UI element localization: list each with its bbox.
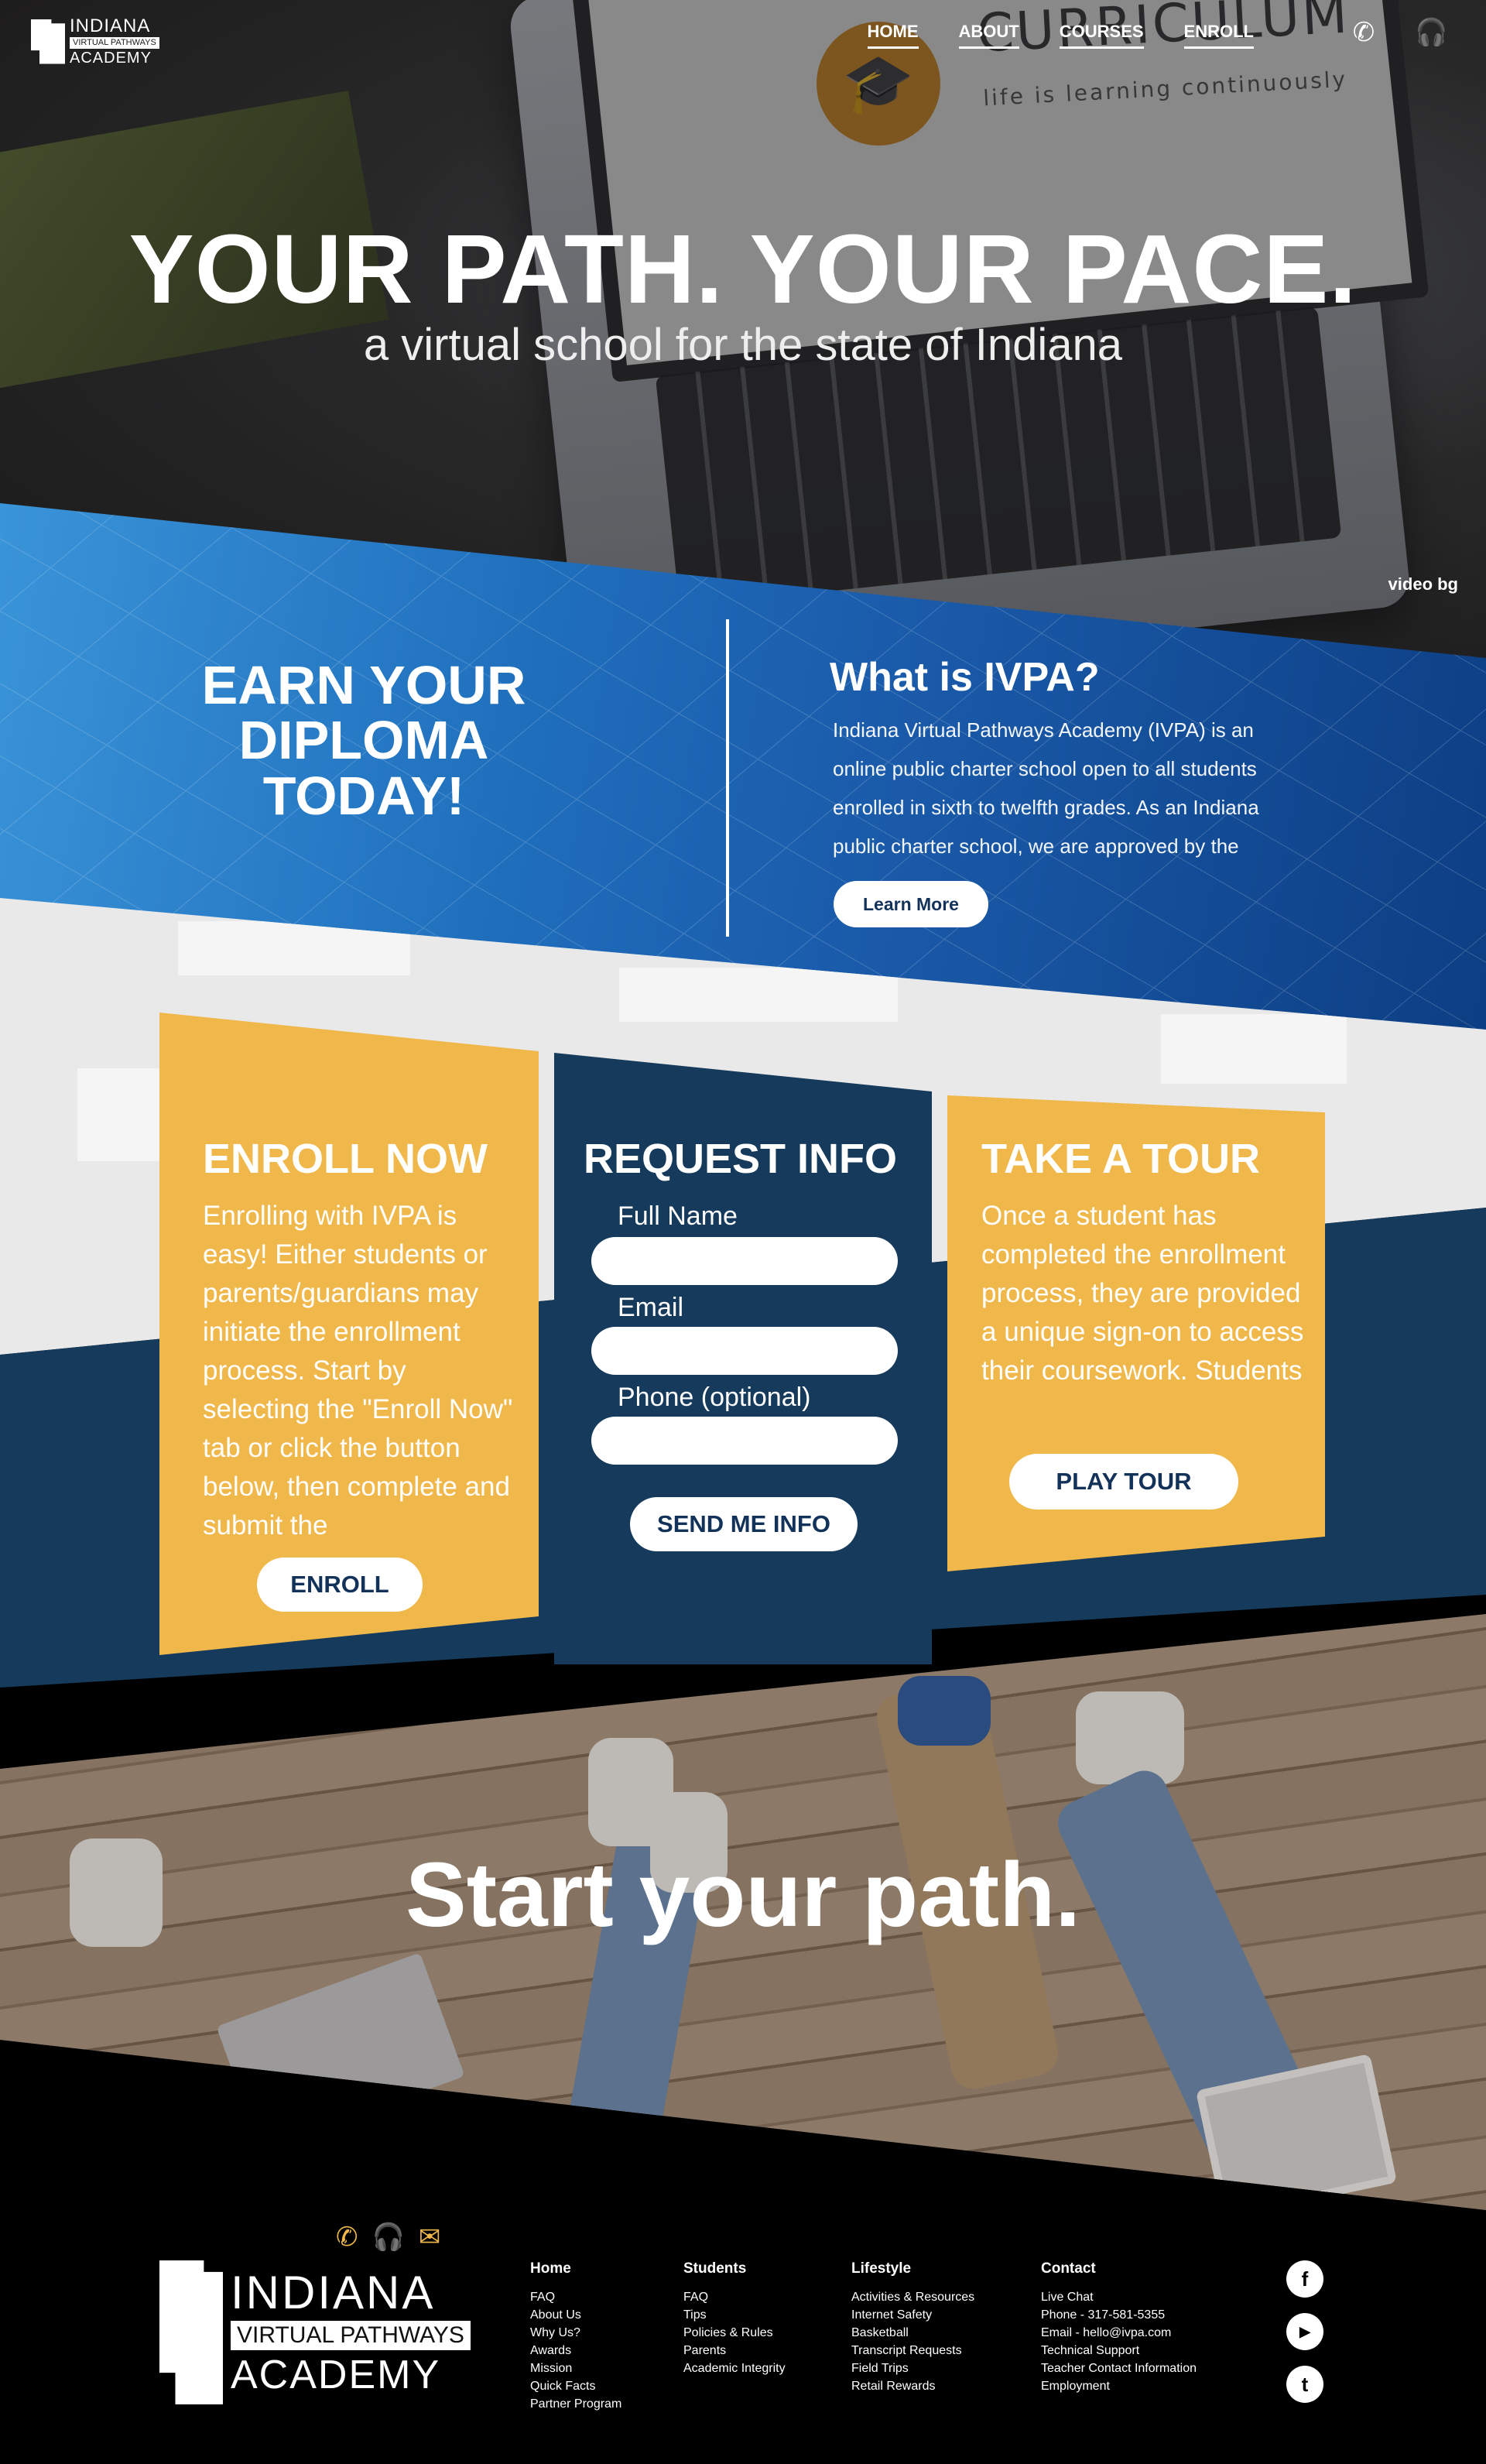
learn-more-button[interactable]: Learn More [834, 881, 988, 927]
footer-logo-line-2: VIRTUAL PATHWAYS [231, 2321, 471, 2350]
footer-column-title: Lifestyle [851, 2260, 912, 2277]
headset-icon[interactable]: 🎧 [1415, 17, 1447, 48]
earn-diploma-heading: EARN YOUR DIPLOMA TODAY! [201, 655, 526, 826]
hero-subtitle: a virtual school for the state of Indian… [363, 320, 1123, 370]
mail-icon[interactable]: ✉ [419, 2222, 441, 2253]
footer-link[interactable]: Basketball [851, 2324, 974, 2342]
footer-column-title: Students [683, 2260, 747, 2277]
tour-card-title: TAKE A TOUR [981, 1136, 1260, 1182]
footer-column-home: Home FAQ About Us Why Us? Awards Mission… [530, 2260, 621, 2413]
footer-link[interactable]: About Us [530, 2306, 621, 2324]
footer-logo-line-1: INDIANA [231, 2267, 436, 2318]
phone-input[interactable] [591, 1417, 898, 1465]
footer-column-title: Home [530, 2260, 571, 2277]
logo-line-3: ACADEMY [70, 50, 152, 67]
footer-column-title: Contact [1041, 2260, 1096, 2277]
twitter-icon[interactable]: t [1286, 2366, 1323, 2403]
indiana-state-icon [31, 19, 65, 64]
request-info-title: REQUEST INFO [584, 1136, 898, 1182]
footer-link[interactable]: Quick Facts [530, 2377, 621, 2395]
phone-label: Phone (optional) [618, 1383, 811, 1412]
full-name-label: Full Name [618, 1201, 738, 1231]
enroll-button[interactable]: ENROLL [257, 1558, 423, 1612]
headset-icon[interactable]: 🎧 [372, 2222, 405, 2253]
footer-column-students: Students FAQ Tips Policies & Rules Paren… [683, 2260, 786, 2377]
play-tour-button[interactable]: PLAY TOUR [1009, 1454, 1238, 1510]
footer-link[interactable]: Mission [530, 2359, 621, 2377]
intro-divider [726, 619, 729, 937]
phone-icon[interactable]: ✆ [336, 2222, 358, 2253]
footer-link[interactable]: Activities & Resources [851, 2288, 974, 2306]
hero-title: YOUR PATH. YOUR PACE. [128, 214, 1358, 324]
footer-link[interactable]: Internet Safety [851, 2306, 974, 2324]
nav-home[interactable]: HOME [867, 22, 919, 49]
footer-column-lifestyle: Lifestyle Activities & Resources Interne… [851, 2260, 974, 2395]
light-tile [1161, 1014, 1347, 1084]
main-nav: HOME ABOUT COURSES ENROLL [867, 22, 1254, 49]
footer-link[interactable]: Email - hello@ivpa.com [1041, 2324, 1197, 2342]
email-label: Email [618, 1293, 684, 1322]
start-your-path-heading: Start your path. [406, 1844, 1080, 1946]
footer-link[interactable]: Teacher Contact Information [1041, 2359, 1197, 2377]
video-bg-label: video bg [1388, 574, 1458, 594]
header-logo[interactable]: INDIANA VIRTUAL PATHWAYS ACADEMY [31, 17, 159, 66]
footer-link[interactable]: Awards [530, 2342, 621, 2359]
footer-link[interactable]: Phone - 317-581-5355 [1041, 2306, 1197, 2324]
footer-link[interactable]: Tips [683, 2306, 786, 2324]
footer-link[interactable]: Parents [683, 2342, 786, 2359]
footer-link[interactable]: Policies & Rules [683, 2324, 786, 2342]
footer-link[interactable]: Live Chat [1041, 2288, 1197, 2306]
tour-card-text: Once a student has completed the enrollm… [981, 1201, 1304, 1386]
light-tile [619, 968, 898, 1022]
youtube-icon[interactable]: ▶ [1286, 2313, 1323, 2350]
send-me-info-button[interactable]: SEND ME INFO [630, 1497, 858, 1551]
footer-link[interactable]: Field Trips [851, 2359, 974, 2377]
footer-column-contact: Contact Live Chat Phone - 317-581-5355 E… [1041, 2260, 1197, 2395]
footer-link[interactable]: Transcript Requests [851, 2342, 974, 2359]
footer-link[interactable]: Employment [1041, 2377, 1197, 2395]
enroll-card-title: ENROLL NOW [203, 1136, 488, 1182]
logo-line-2: VIRTUAL PATHWAYS [70, 37, 159, 49]
indiana-state-icon [159, 2260, 223, 2404]
logo-line-1: INDIANA [70, 15, 151, 36]
full-name-input[interactable] [591, 1237, 898, 1285]
footer-link[interactable]: Technical Support [1041, 2342, 1197, 2359]
nav-enroll[interactable]: ENROLL [1183, 22, 1254, 49]
what-is-ivpa-text: Indiana Virtual Pathways Academy (IVPA) … [833, 718, 1259, 858]
footer-logo[interactable]: INDIANA VIRTUAL PATHWAYS ACADEMY [159, 2260, 471, 2404]
footer-link[interactable]: Academic Integrity [683, 2359, 786, 2377]
footer-logo-line-3: ACADEMY [231, 2353, 441, 2397]
footer-contact-icons: ✆ 🎧 ✉ [336, 2222, 440, 2253]
footer-link[interactable]: FAQ [683, 2288, 786, 2306]
facebook-icon[interactable]: f [1286, 2260, 1323, 2298]
footer-link[interactable]: Retail Rewards [851, 2377, 974, 2395]
phone-icon[interactable]: ✆ [1348, 17, 1379, 48]
what-is-ivpa-heading: What is IVPA? [830, 655, 1100, 700]
footer-link[interactable]: FAQ [530, 2288, 621, 2306]
nav-courses[interactable]: COURSES [1059, 22, 1144, 49]
nav-about[interactable]: ABOUT [958, 22, 1019, 49]
enroll-card-text: Enrolling with IVPA is easy! Either stud… [203, 1201, 513, 1540]
footer-link[interactable]: Partner Program [530, 2395, 621, 2413]
email-input[interactable] [591, 1327, 898, 1375]
footer-link[interactable]: Why Us? [530, 2324, 621, 2342]
